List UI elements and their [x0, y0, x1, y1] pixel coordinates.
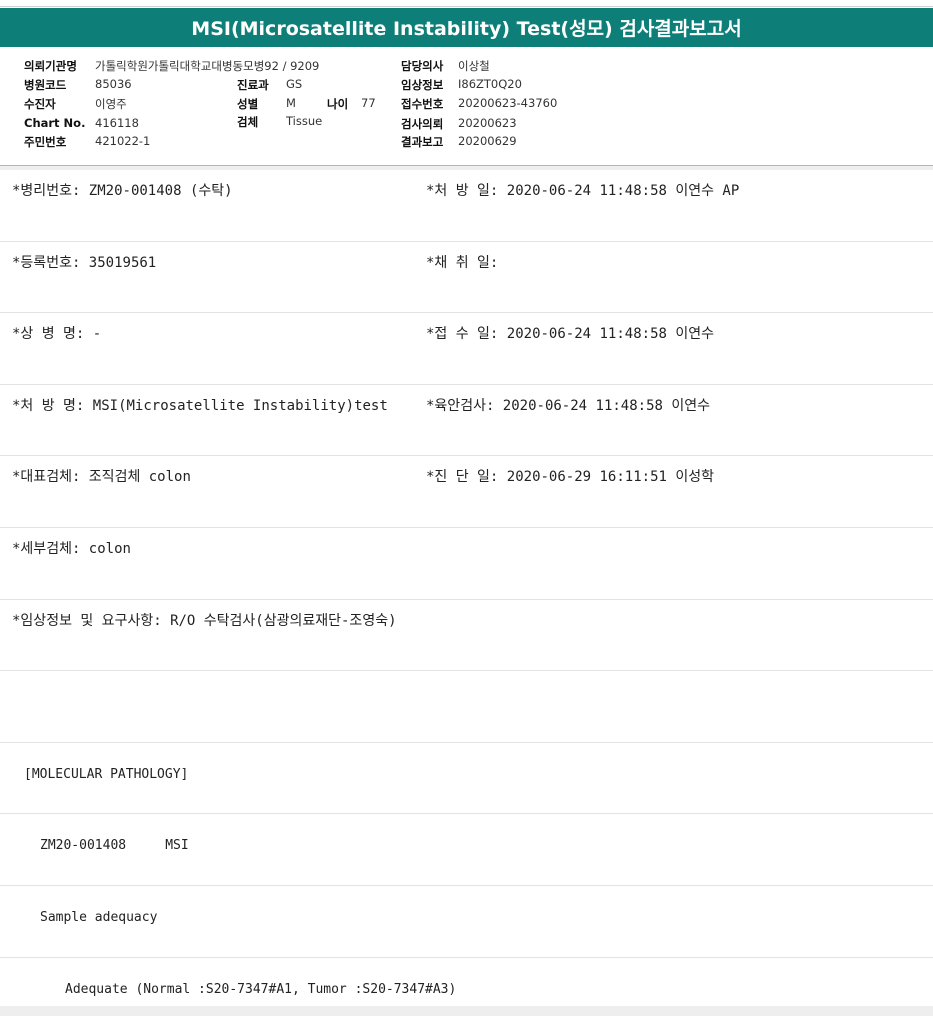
chart-no-label: Chart No. [24, 116, 86, 130]
bottom-border [0, 1006, 933, 1016]
adequacy-value-row: Adequate (Normal :S20-7347#A1, Tumor :S2… [0, 958, 933, 1029]
pathology-number-row: *병리번호: ZM20-001408 (수탁) *처 방 일: 2020-06-… [0, 170, 933, 242]
specimen-label: 검체 [237, 115, 259, 129]
case-line: ZM20-001408 MSI [40, 838, 189, 854]
resident-no-label: 주민번호 [24, 135, 67, 149]
test-request-value: 20200623 [458, 116, 517, 130]
adequacy-title-row: Sample adequacy [0, 886, 933, 958]
report-body: *병리번호: ZM20-001408 (수탁) *처 방 일: 2020-06-… [0, 170, 933, 1029]
clinical-info-value: I86ZT0Q20 [458, 77, 522, 91]
case-row: ZM20-001408 MSI [0, 814, 933, 886]
registration-number-row: *등록번호: 35019561 *채 취 일: [0, 242, 933, 314]
age-value: 77 [361, 96, 376, 110]
detail-specimen-row: *세부검체: colon [0, 528, 933, 600]
receipt-date: *접 수 일: 2020-06-24 11:48:58 이연수 [426, 326, 714, 343]
representative-specimen-row: *대표검체: 조직검체 colon *진 단 일: 2020-06-29 16:… [0, 456, 933, 528]
receipt-no-label: 접수번호 [401, 97, 444, 111]
clinical-request-row: *임상정보 및 요구사항: R/O 수탁검사(삼광의료재단-조영숙) [0, 600, 933, 672]
department-value: GS [286, 77, 303, 91]
diagnosis-date: *진 단 일: 2020-06-29 16:11:51 이성학 [426, 469, 714, 486]
prescription-name: *처 방 명: MSI(Microsatellite Instability)t… [12, 397, 388, 414]
gross-exam-date: *육안검사: 2020-06-24 11:48:58 이연수 [426, 397, 711, 414]
age-label: 나이 [327, 97, 349, 111]
clinical-info-label: 임상정보 [401, 78, 444, 92]
section-row: [MOLECULAR PATHOLOGY] [0, 743, 933, 815]
diagnosis-name-row: *상 병 명: - *접 수 일: 2020-06-24 11:48:58 이연… [0, 313, 933, 385]
collection-date: *채 취 일: [426, 254, 499, 271]
registration-number: *등록번호: 35019561 [12, 254, 157, 271]
hospital-code-label: 병원코드 [24, 78, 67, 92]
doctor-label: 담당의사 [401, 59, 444, 73]
patient-info-panel: 의뢰기관명 가톨릭학원가톨릭대학교대병동모병92 / 9209 병원코드 850… [0, 49, 933, 166]
adequacy-title: Sample adequacy [40, 909, 158, 925]
prescription-date: *처 방 일: 2020-06-24 11:48:58 이연수 AP [426, 183, 740, 199]
pathology-number: *병리번호: ZM20-001408 (수탁) [12, 183, 233, 199]
institution-label: 의뢰기관명 [24, 59, 77, 73]
doctor-value: 이상철 [458, 59, 490, 73]
chart-no-value: 416118 [95, 116, 139, 130]
sex-value: M [286, 96, 296, 110]
institution-value: 가톨릭학원가톨릭대학교대병동모병92 / 9209 [95, 59, 320, 73]
clinical-request: *임상정보 및 요구사항: R/O 수탁검사(삼광의료재단-조영숙) [12, 612, 397, 629]
top-border [0, 0, 933, 7]
prescription-name-row: *처 방 명: MSI(Microsatellite Instability)t… [0, 385, 933, 457]
sex-label: 성별 [237, 97, 259, 111]
representative-specimen: *대표검체: 조직검체 colon [12, 469, 191, 486]
report-title: MSI(Microsatellite Instability) Test(성모)… [0, 8, 933, 47]
department-label: 진료과 [237, 78, 269, 92]
receipt-no-value: 20200623-43760 [458, 96, 558, 110]
adequacy-value: Adequate (Normal :S20-7347#A1, Tumor :S2… [65, 981, 457, 997]
section-heading: [MOLECULAR PATHOLOGY] [24, 766, 189, 782]
result-report-label: 결과보고 [401, 135, 444, 149]
patient-value: 이영주 [95, 97, 127, 111]
specimen-value: Tissue [286, 114, 323, 128]
resident-no-value: 421022-1 [95, 134, 151, 148]
empty-row [0, 671, 933, 743]
diagnosis-name: *상 병 명: - [12, 326, 102, 343]
test-request-label: 검사의뢰 [401, 117, 444, 131]
detail-specimen: *세부검체: colon [12, 540, 131, 557]
patient-label: 수진자 [24, 97, 56, 111]
result-report-value: 20200629 [458, 134, 517, 148]
hospital-code-value: 85036 [95, 77, 132, 91]
